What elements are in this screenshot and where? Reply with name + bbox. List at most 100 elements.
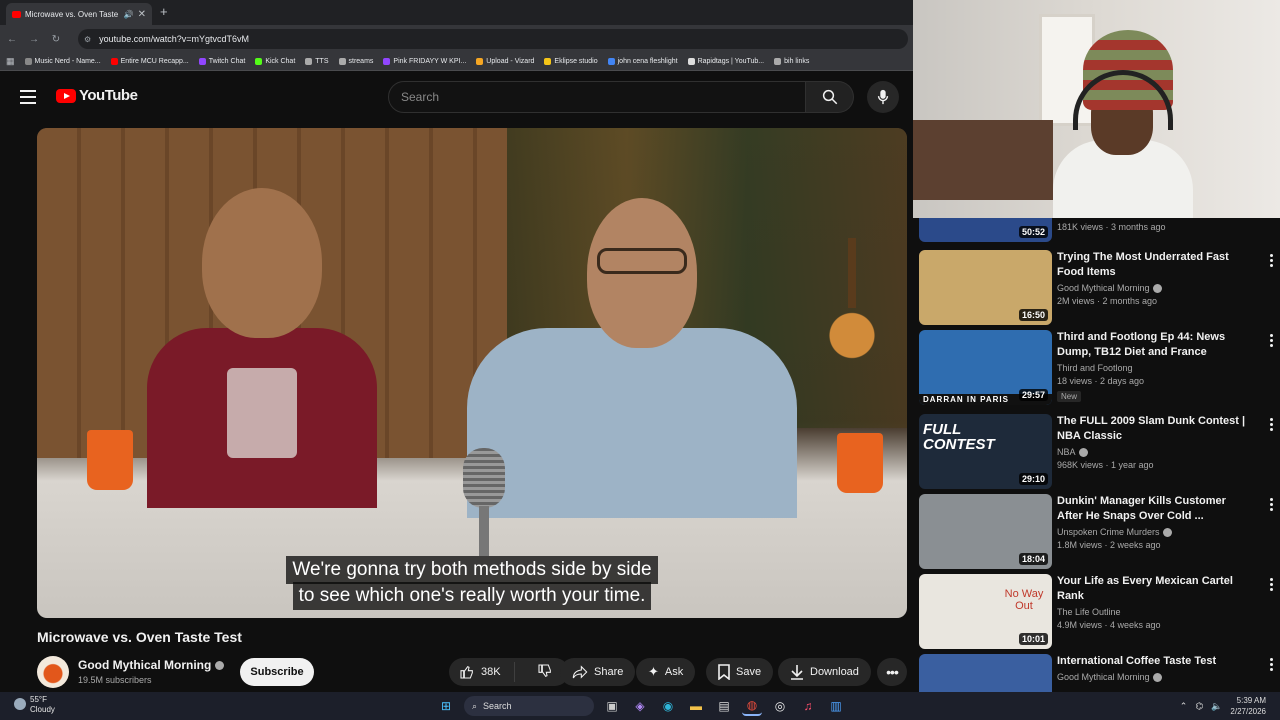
recommended-video[interactable]: 18:04 Dunkin' Manager Kills Customer Afte… xyxy=(919,494,1274,572)
video-thumbnail[interactable]: 50:52 xyxy=(919,218,1052,242)
search-input[interactable]: Search xyxy=(388,81,806,113)
channel-avatar[interactable] xyxy=(37,656,69,688)
voice-search-button[interactable] xyxy=(867,81,899,113)
chevron-up-icon[interactable]: ⌃ xyxy=(1180,701,1188,712)
channel-name[interactable]: Good Mythical Morning xyxy=(1057,283,1247,293)
site-info-icon[interactable]: ⚙ xyxy=(84,35,91,44)
video-meta: 1.8M views · 2 weeks ago xyxy=(1057,540,1161,550)
clock[interactable]: 5:39 AM 2/27/2026 xyxy=(1230,695,1266,717)
edge-icon[interactable]: ◉ xyxy=(658,696,678,716)
video-title[interactable]: Your Life as Every Mexican Cartel Rank xyxy=(1057,574,1247,604)
like-button[interactable]: 38K xyxy=(449,662,515,682)
windows-taskbar: 55°F Cloudy ⊞ ⌕ Search ▣ ◈ ◉ ▬ ▤ ◍ ◎ ♫ ▥… xyxy=(0,692,1280,720)
tab-close-icon[interactable]: ✕ xyxy=(138,9,146,20)
duration-badge: 16:50 xyxy=(1018,309,1048,321)
obs-icon[interactable]: ◎ xyxy=(770,696,790,716)
subscribe-button[interactable]: Subscribe xyxy=(240,658,314,686)
more-vertical-icon[interactable] xyxy=(1268,578,1274,591)
bookmark-favicon-icon xyxy=(305,58,313,65)
browser-tab[interactable]: Microwave vs. Oven Taste Te 🔊 ✕ xyxy=(6,3,152,25)
video-player[interactable]: We're gonna try both methods side by sid… xyxy=(37,128,907,618)
bookmark-favicon-icon xyxy=(255,58,263,65)
recommended-video-partial[interactable]: 50:52 181K views · 3 months ago xyxy=(919,218,1274,242)
bookmark-item[interactable]: Music Nerd - Name... xyxy=(24,58,101,65)
subscriber-count: 19.5M subscribers xyxy=(78,675,152,685)
taskbar-search[interactable]: ⌕ Search xyxy=(464,696,594,716)
notes-icon[interactable]: ▥ xyxy=(826,696,846,716)
more-vertical-icon[interactable] xyxy=(1268,334,1274,347)
video-thumbnail[interactable]: 16:50 xyxy=(919,250,1052,325)
channel-name[interactable]: NBA xyxy=(1057,447,1247,457)
recommended-video[interactable]: No Way Out 10:01 Your Life as Every Mexica… xyxy=(919,574,1274,652)
task-view-icon[interactable]: ▣ xyxy=(602,696,622,716)
more-vertical-icon[interactable] xyxy=(1268,498,1274,511)
bookmark-favicon-icon xyxy=(607,58,615,65)
recommended-video[interactable]: FULL CONTEST 29:10 The FULL 2009 Slam Dunk… xyxy=(919,414,1274,492)
new-tab-icon[interactable]: + xyxy=(160,4,168,19)
weather-widget[interactable]: 55°F Cloudy xyxy=(14,695,55,715)
youtube-logo[interactable]: YouTube xyxy=(56,87,138,104)
download-button[interactable]: Download xyxy=(778,658,871,686)
network-icon[interactable]: ⌬ xyxy=(1195,701,1203,712)
caption-line-2: to see which one's really worth your tim… xyxy=(37,582,907,610)
forward-icon[interactable]: → xyxy=(28,34,40,45)
save-button[interactable]: Save xyxy=(706,658,774,686)
channel-name[interactable]: Unspoken Crime Murders xyxy=(1057,527,1247,537)
recommended-video[interactable]: DARRAN IN PARIS 29:57 Third and Footlong E… xyxy=(919,330,1274,408)
music-icon[interactable]: ♫ xyxy=(798,696,818,716)
apps-grid-icon[interactable]: ▦ xyxy=(6,56,15,67)
file-explorer-icon[interactable]: ▬ xyxy=(686,696,706,716)
youtube-play-icon xyxy=(56,88,76,103)
search-icon: ⌕ xyxy=(472,700,478,711)
video-title[interactable]: The FULL 2009 Slam Dunk Contest | NBA Cl… xyxy=(1057,414,1247,444)
bookmark-item[interactable]: TTS xyxy=(305,58,329,65)
recommended-video[interactable]: International Coffee Taste Test Good Myth… xyxy=(919,654,1274,692)
audio-icon[interactable]: 🔊 xyxy=(124,10,134,19)
bookmark-item[interactable]: Twitch Chat xyxy=(198,58,245,65)
bookmark-item[interactable]: Rapidtags | YouTub... xyxy=(687,58,764,65)
bookmark-item[interactable]: Upload - Vizard xyxy=(476,58,534,65)
store-icon[interactable]: ▤ xyxy=(714,696,734,716)
reload-icon[interactable]: ↻ xyxy=(50,34,62,45)
more-vertical-icon[interactable] xyxy=(1268,658,1274,671)
video-title[interactable]: Dunkin' Manager Kills Customer After He … xyxy=(1057,494,1247,524)
more-actions-button[interactable]: ••• xyxy=(877,658,907,686)
bookmark-favicon-icon xyxy=(383,58,391,65)
channel-name[interactable]: The Life Outline xyxy=(1057,607,1247,617)
bookmark-item[interactable]: Pink FRIDAYY W KPI... xyxy=(383,58,466,65)
more-vertical-icon[interactable] xyxy=(1268,254,1274,267)
copilot-icon[interactable]: ◈ xyxy=(630,696,650,716)
volume-icon[interactable]: 🔈 xyxy=(1211,701,1222,712)
back-icon[interactable]: ← xyxy=(6,34,18,45)
video-title[interactable]: Third and Footlong Ep 44: News Dump, TB1… xyxy=(1057,330,1247,360)
video-thumbnail[interactable]: No Way Out 10:01 xyxy=(919,574,1052,649)
chrome-icon[interactable]: ◍ xyxy=(742,696,762,716)
video-title[interactable]: International Coffee Taste Test xyxy=(1057,654,1247,669)
url-bar[interactable]: ⚙ youtube.com/watch?v=mYgtvcdT6vM xyxy=(78,29,908,49)
bookmark-item[interactable]: bih links xyxy=(774,58,809,65)
video-title[interactable]: Trying The Most Underrated Fast Food Ite… xyxy=(1057,250,1247,280)
more-vertical-icon[interactable] xyxy=(1268,418,1274,431)
bookmark-item[interactable]: Entire MCU Recapp... xyxy=(110,58,189,65)
bookmark-item[interactable]: streams xyxy=(338,58,373,65)
bookmark-item[interactable]: john cena fleshlight xyxy=(607,58,678,65)
share-button[interactable]: Share xyxy=(560,658,636,686)
video-thumbnail[interactable]: FULL CONTEST 29:10 xyxy=(919,414,1052,489)
channel-name[interactable]: Good Mythical Morning xyxy=(78,658,225,672)
windows-start-icon[interactable]: ⊞ xyxy=(436,696,456,716)
bookmark-favicon-icon xyxy=(476,58,484,65)
more-horizontal-icon: ••• xyxy=(886,664,899,680)
microphone-prop xyxy=(457,448,511,558)
bookmark-item[interactable]: Kick Chat xyxy=(255,58,295,65)
video-thumbnail[interactable] xyxy=(919,654,1052,692)
video-meta: 18 views · 2 days ago xyxy=(1057,376,1145,386)
search-button[interactable] xyxy=(806,81,854,113)
hamburger-menu-icon[interactable] xyxy=(20,90,36,104)
recommended-video[interactable]: 16:50 Trying The Most Underrated Fast Foo… xyxy=(919,250,1274,328)
video-thumbnail[interactable]: DARRAN IN PARIS 29:57 xyxy=(919,330,1052,405)
video-thumbnail[interactable]: 18:04 xyxy=(919,494,1052,569)
bookmark-item[interactable]: Eklipse studio xyxy=(544,58,598,65)
channel-name[interactable]: Third and Footlong xyxy=(1057,363,1247,373)
ask-button[interactable]: ✦ Ask xyxy=(636,658,696,686)
channel-name[interactable]: Good Mythical Morning xyxy=(1057,672,1247,682)
